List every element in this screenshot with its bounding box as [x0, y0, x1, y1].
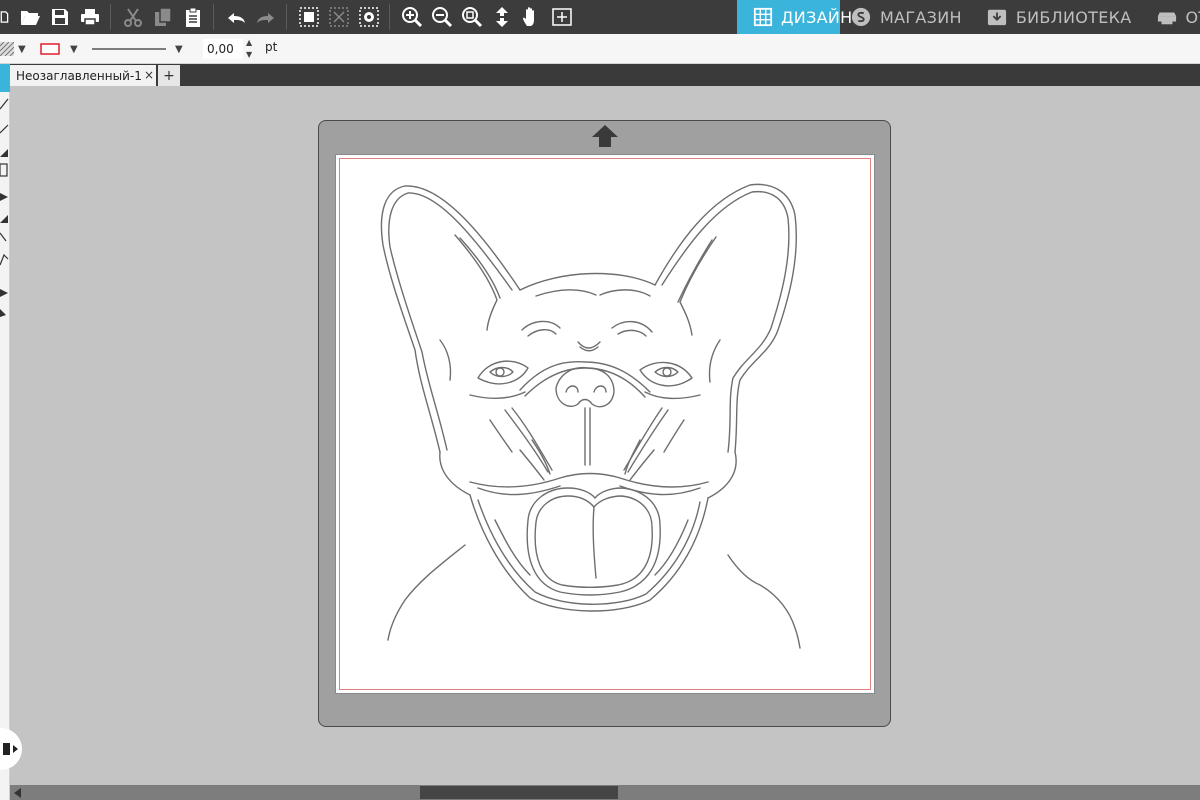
- zoom-out-icon[interactable]: [428, 3, 456, 31]
- shape-tool-icon[interactable]: [0, 210, 10, 224]
- left-tool-strip: [0, 64, 10, 800]
- scrollbar-thumb[interactable]: [420, 786, 618, 799]
- line-width-input[interactable]: 0,00: [203, 39, 243, 59]
- tab-design[interactable]: ДИЗАЙН: [737, 0, 852, 34]
- move-down-icon[interactable]: [488, 3, 516, 31]
- toolbar-divider: [110, 4, 111, 30]
- close-icon[interactable]: ×: [144, 68, 154, 82]
- tab-send-label: ОТПРА: [1185, 7, 1200, 27]
- line-style-selector[interactable]: [92, 34, 166, 64]
- scroll-left-icon[interactable]: [14, 788, 21, 798]
- tab-send[interactable]: ОТПРА: [1146, 0, 1200, 34]
- rectangle-tool-icon[interactable]: [0, 162, 10, 177]
- document-tab-bar: Неозаглавленный-1 × +: [10, 64, 1200, 86]
- fill-dropdown-caret[interactable]: ▼: [18, 34, 26, 64]
- toolbar-divider: [286, 4, 287, 30]
- zoom-fit-icon[interactable]: [458, 3, 486, 31]
- panel-toggle-button[interactable]: [0, 728, 22, 770]
- corner-tool-icon[interactable]: [0, 144, 10, 158]
- properties-bar: ▼ ▼ ▼ 0,00 ▲ ▼ pt: [0, 34, 1200, 64]
- save-icon[interactable]: [46, 3, 74, 31]
- zoom-in-icon[interactable]: [398, 3, 426, 31]
- send-plotter-icon: [1156, 6, 1178, 28]
- tab-library[interactable]: БИБЛИОТЕКА: [976, 0, 1146, 34]
- curve-tool-icon[interactable]: [0, 120, 10, 134]
- mat-feed-arrow-icon[interactable]: [591, 124, 619, 148]
- library-download-icon: [986, 6, 1008, 28]
- toolbar-divider: [213, 4, 214, 30]
- paste-icon[interactable]: [179, 3, 207, 31]
- add-tab-button[interactable]: +: [158, 65, 180, 86]
- pan-hand-icon[interactable]: [518, 3, 546, 31]
- undo-icon[interactable]: [222, 3, 250, 31]
- new-document-icon[interactable]: [0, 3, 14, 31]
- cut-icon[interactable]: [119, 3, 147, 31]
- toolbar-divider: [389, 4, 390, 30]
- copy-icon[interactable]: [149, 3, 177, 31]
- tab-store-label: МАГАЗИН: [880, 7, 962, 27]
- grid-icon: [753, 6, 773, 28]
- french-bulldog-design[interactable]: [336, 155, 874, 693]
- line-tool-icon[interactable]: [0, 96, 10, 110]
- store-s-icon: [850, 6, 872, 28]
- main-toolbar: ДИЗАЙН МАГАЗИН БИБЛИОТЕКА ОТПРА: [0, 0, 1200, 34]
- open-folder-icon[interactable]: [16, 3, 44, 31]
- panel-expand-icon: [3, 743, 18, 755]
- line-style-dropdown-caret[interactable]: ▼: [175, 34, 183, 64]
- document-tab[interactable]: Неозаглавленный-1 ×: [10, 65, 156, 86]
- active-tool-indicator[interactable]: [0, 64, 10, 92]
- document-tab-title: Неозаглавленный-1: [16, 68, 142, 83]
- ungroup-icon[interactable]: [325, 3, 353, 31]
- line-color-swatch[interactable]: [40, 34, 60, 64]
- workspace-tabs: ДИЗАЙН МАГАЗИН БИБЛИОТЕКА ОТПРА: [737, 0, 1200, 34]
- line-width-spinner[interactable]: ▲ ▼: [246, 37, 252, 61]
- eraser-tool-icon[interactable]: [0, 284, 10, 298]
- freehand-tool-icon[interactable]: [0, 252, 10, 266]
- polyline-tool-icon[interactable]: [0, 230, 10, 244]
- line-color-dropdown-caret[interactable]: ▼: [70, 34, 78, 64]
- tab-library-label: БИБЛИОТЕКА: [1015, 7, 1132, 27]
- horizontal-scrollbar[interactable]: [10, 785, 1200, 800]
- pen-tool-icon[interactable]: [0, 188, 10, 202]
- knife-tool-icon[interactable]: [0, 304, 10, 318]
- group-icon[interactable]: [295, 3, 323, 31]
- tab-store[interactable]: МАГАЗИН: [840, 0, 976, 34]
- fill-pattern-icon[interactable]: [0, 34, 14, 64]
- line-width-unit: pt: [265, 40, 278, 54]
- print-icon[interactable]: [76, 3, 104, 31]
- fit-page-icon[interactable]: [548, 3, 576, 31]
- select-all-icon[interactable]: [355, 3, 383, 31]
- redo-icon[interactable]: [252, 3, 280, 31]
